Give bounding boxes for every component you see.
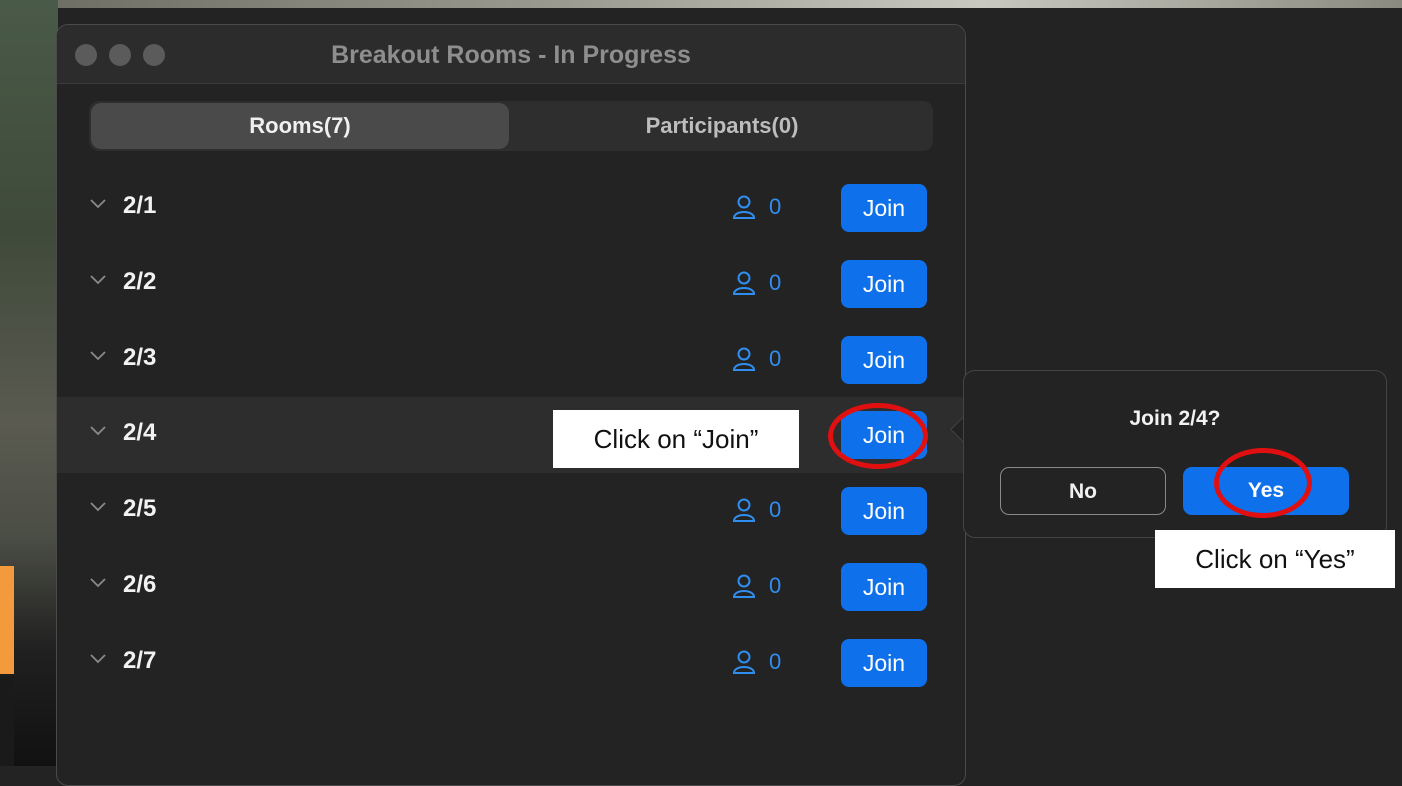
join-callout: Click on “Join” <box>553 410 799 468</box>
join-confirm-popup: Join 2/4? No Yes <box>963 370 1387 538</box>
room-row[interactable]: 2/1 0 Join <box>57 170 965 246</box>
popup-title: Join 2/4? <box>1129 407 1221 430</box>
participant-count: 0 <box>769 497 782 522</box>
chevron-down-icon[interactable] <box>89 194 107 212</box>
room-row[interactable]: 2/3 0 Join <box>57 322 965 398</box>
person-icon <box>732 650 756 674</box>
breakout-rooms-window: Breakout Rooms - In Progress Rooms(7) Pa… <box>56 24 966 786</box>
participant-count: 0 <box>769 649 782 674</box>
participant-count: 0 <box>769 573 782 598</box>
person-icon <box>732 271 756 295</box>
participant-count: 0 <box>769 194 782 219</box>
person-icon <box>732 498 756 522</box>
join-button[interactable]: Join <box>841 260 927 308</box>
participant-count: 0 <box>769 270 782 295</box>
title-bar: Breakout Rooms - In Progress <box>57 25 965 84</box>
background-orange-shape <box>0 566 14 674</box>
join-button[interactable]: Join <box>841 639 927 687</box>
join-button[interactable]: Join <box>841 487 927 535</box>
person-icon <box>732 195 756 219</box>
chevron-down-icon[interactable] <box>89 573 107 591</box>
tab-bar: Rooms(7) Participants(0) <box>89 101 933 151</box>
room-row[interactable]: 2/5 0 Join <box>57 473 965 549</box>
no-button[interactable]: No <box>1000 467 1166 515</box>
room-name: 2/1 <box>123 192 157 219</box>
chevron-down-icon[interactable] <box>89 346 107 364</box>
tab-participants[interactable]: Participants(0) <box>511 101 933 151</box>
person-icon <box>732 347 756 371</box>
join-button[interactable]: Join <box>841 563 927 611</box>
room-name: 2/6 <box>123 571 157 598</box>
room-name: 2/2 <box>123 268 157 295</box>
participant-count: 0 <box>769 346 782 371</box>
chevron-down-icon[interactable] <box>89 270 107 288</box>
room-row[interactable]: 2/7 0 Join <box>57 625 965 701</box>
join-button[interactable]: Join <box>841 336 927 384</box>
chevron-down-icon[interactable] <box>89 649 107 667</box>
room-name: 2/3 <box>123 344 157 371</box>
tab-rooms[interactable]: Rooms(7) <box>91 103 509 149</box>
join-button[interactable]: Join <box>841 184 927 232</box>
chevron-down-icon[interactable] <box>89 421 107 439</box>
yes-highlight-ring <box>1214 448 1312 518</box>
room-row[interactable]: 2/2 0 Join <box>57 246 965 322</box>
background-strip-top <box>0 0 1402 8</box>
window-title: Breakout Rooms - In Progress <box>331 41 691 69</box>
room-name: 2/7 <box>123 647 157 674</box>
person-icon <box>732 574 756 598</box>
room-name: 2/5 <box>123 495 157 522</box>
join-highlight-ring <box>828 403 928 469</box>
room-name: 2/4 <box>123 419 157 446</box>
yes-callout: Click on “Yes” <box>1155 530 1395 588</box>
chevron-down-icon[interactable] <box>89 497 107 515</box>
room-row[interactable]: 2/6 0 Join <box>57 549 965 625</box>
background-dark-shape <box>0 676 14 766</box>
